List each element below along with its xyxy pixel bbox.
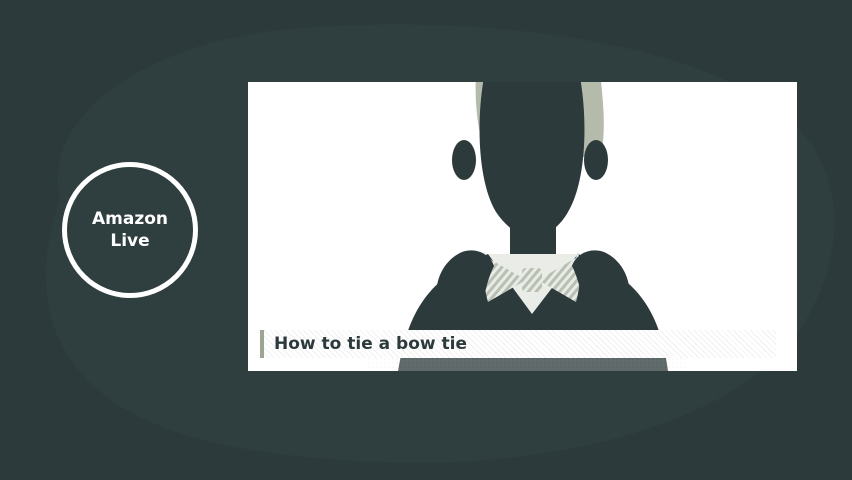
amazon-live-badge: Amazon Live [62, 162, 198, 298]
video-caption-bar: How to tie a bow tie [260, 330, 776, 358]
badge-line-2: Live [110, 231, 150, 251]
man-tying-bow-tie-illustration [368, 82, 688, 371]
badge-line-1: Amazon [91, 209, 169, 229]
amazon-live-promo: Amazon Live How to tie a bow tie [0, 0, 852, 480]
badge-label: Amazon Live [92, 208, 168, 252]
video-frame[interactable]: How to tie a bow tie [248, 82, 797, 371]
video-caption-title: How to tie a bow tie [274, 334, 468, 354]
